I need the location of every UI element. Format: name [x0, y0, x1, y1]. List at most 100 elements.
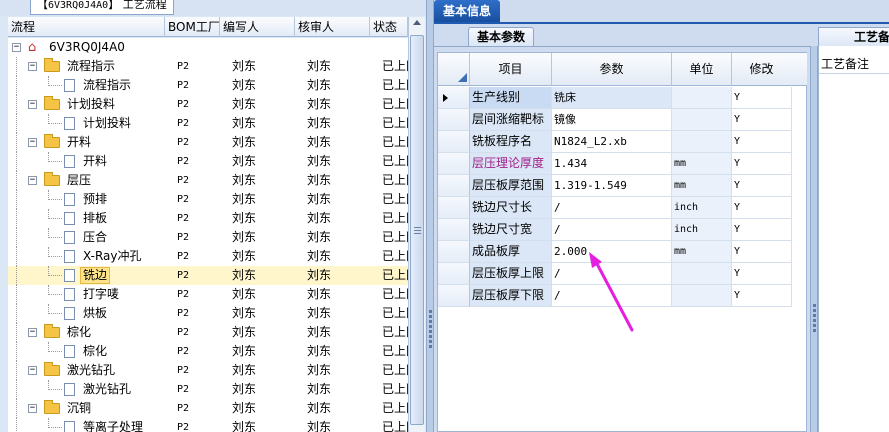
- tree-row[interactable]: X-Ray冲孔 P2 刘东 刘东 已上冈: [8, 247, 408, 266]
- tree-row[interactable]: 开料 P2 刘东 刘东 已上冈: [8, 152, 408, 171]
- param-row[interactable]: 层压板厚上限 / Y: [438, 263, 806, 285]
- param-modify-cell[interactable]: Y: [732, 263, 792, 285]
- grid-header-modify[interactable]: 修改: [732, 53, 792, 86]
- row-indicator[interactable]: [438, 131, 470, 153]
- param-value-cell[interactable]: 1.434: [552, 153, 672, 175]
- tree-row[interactable]: 等离子处理 P2 刘东 刘东 已上冈: [8, 418, 408, 432]
- tree-node-name[interactable]: − 开料: [8, 133, 173, 152]
- grid-header-value[interactable]: 参数: [552, 53, 672, 86]
- param-row[interactable]: 铣边尺寸长 / inch Y: [438, 197, 806, 219]
- tab-process-flow[interactable]: 【6V3RQ0J4A0】 工艺流程: [30, 0, 174, 15]
- tree-row[interactable]: − 开料 P2 刘东 刘东 已上冈: [8, 133, 408, 152]
- row-indicator[interactable]: [438, 109, 470, 131]
- tab-craft-notes[interactable]: 工艺备注: [818, 27, 889, 47]
- param-unit-cell[interactable]: mm: [672, 153, 732, 175]
- tree-scrollbar[interactable]: [408, 17, 425, 432]
- param-unit-cell[interactable]: [672, 87, 732, 109]
- row-indicator[interactable]: [438, 285, 470, 307]
- param-unit-cell[interactable]: [672, 263, 732, 285]
- param-unit-cell[interactable]: [672, 131, 732, 153]
- tree-node-name[interactable]: 流程指示: [8, 76, 173, 95]
- tree-node-name[interactable]: X-Ray冲孔: [8, 247, 173, 266]
- param-modify-cell[interactable]: Y: [732, 197, 792, 219]
- param-modify-cell[interactable]: Y: [732, 109, 792, 131]
- param-row[interactable]: 层间涨缩靶标 镜像 Y: [438, 109, 806, 131]
- collapse-icon[interactable]: −: [28, 176, 37, 185]
- tree-node-name[interactable]: 排板: [8, 209, 173, 228]
- tree-row-selected[interactable]: 铣边 P2 刘东 刘东 已上冈: [8, 266, 408, 285]
- tree-row[interactable]: 排板 P2 刘东 刘东 已上冈: [8, 209, 408, 228]
- collapse-icon[interactable]: −: [28, 138, 37, 147]
- grid-header-unit[interactable]: 单位: [672, 53, 732, 86]
- param-unit-cell[interactable]: inch: [672, 197, 732, 219]
- param-modify-cell[interactable]: Y: [732, 219, 792, 241]
- row-indicator[interactable]: [438, 263, 470, 285]
- tree-row[interactable]: 计划投料 P2 刘东 刘东 已上冈: [8, 114, 408, 133]
- row-indicator[interactable]: [438, 153, 470, 175]
- param-unit-cell[interactable]: inch: [672, 219, 732, 241]
- tree-node-name[interactable]: 开料: [8, 152, 173, 171]
- tree-node-name[interactable]: 预排: [8, 190, 173, 209]
- scroll-up-arrow-icon[interactable]: [413, 20, 421, 25]
- tree-row[interactable]: 打字唛 P2 刘东 刘东 已上冈: [8, 285, 408, 304]
- tree-row[interactable]: − 棕化 P2 刘东 刘东 已上冈: [8, 323, 408, 342]
- param-row[interactable]: 铣板程序名 N1824_L2.xb Y: [438, 131, 806, 153]
- param-row-current[interactable]: 生产线别 铣床 Y: [438, 87, 806, 109]
- param-unit-cell[interactable]: [672, 109, 732, 131]
- tree-row[interactable]: − 计划投料 P2 刘东 刘东 已上冈: [8, 95, 408, 114]
- inner-splitter[interactable]: [810, 46, 818, 432]
- tree-node-name[interactable]: − 棕化: [8, 323, 173, 342]
- param-row[interactable]: 铣边尺寸宽 / inch Y: [438, 219, 806, 241]
- param-value-cell[interactable]: /: [552, 197, 672, 219]
- main-splitter[interactable]: [426, 0, 434, 432]
- param-row[interactable]: 层压理论厚度 1.434 mm Y: [438, 153, 806, 175]
- collapse-icon[interactable]: −: [28, 328, 37, 337]
- tree-node-name[interactable]: 等离子处理: [8, 418, 173, 432]
- param-row[interactable]: 层压板厚下限 / Y: [438, 285, 806, 307]
- collapse-icon[interactable]: −: [28, 62, 37, 71]
- param-value-cell[interactable]: /: [552, 219, 672, 241]
- tree-row[interactable]: − 沉铜 P2 刘东 刘东 已上冈: [8, 399, 408, 418]
- param-unit-cell[interactable]: mm: [672, 241, 732, 263]
- col-header-reviewer[interactable]: 核审人: [295, 17, 370, 37]
- tree-node-name[interactable]: 计划投料: [8, 114, 173, 133]
- collapse-icon[interactable]: −: [12, 43, 21, 52]
- col-header-status[interactable]: 状态: [370, 17, 408, 37]
- param-value-cell[interactable]: 1.319-1.549: [552, 175, 672, 197]
- param-modify-cell[interactable]: Y: [732, 285, 792, 307]
- tree-row[interactable]: 棕化 P2 刘东 刘东 已上冈: [8, 342, 408, 361]
- param-value-cell[interactable]: /: [552, 263, 672, 285]
- param-modify-cell[interactable]: Y: [732, 175, 792, 197]
- row-indicator[interactable]: [438, 87, 470, 109]
- tree-node-name[interactable]: − 层压: [8, 171, 173, 190]
- tree-row[interactable]: 烘板 P2 刘东 刘东 已上冈: [8, 304, 408, 323]
- tree-row[interactable]: 激光钻孔 P2 刘东 刘东 已上冈: [8, 380, 408, 399]
- param-modify-cell[interactable]: Y: [732, 131, 792, 153]
- param-unit-cell[interactable]: mm: [672, 175, 732, 197]
- scroll-thumb[interactable]: [410, 35, 424, 425]
- tree-row[interactable]: 预排 P2 刘东 刘东 已上冈: [8, 190, 408, 209]
- tree-node-name[interactable]: 打字唛: [8, 285, 173, 304]
- param-unit-cell[interactable]: [672, 285, 732, 307]
- param-value-cell[interactable]: 镜像: [552, 109, 672, 131]
- param-value-cell[interactable]: 2.000: [552, 241, 672, 263]
- param-row[interactable]: 层压板厚范围 1.319-1.549 mm Y: [438, 175, 806, 197]
- tree-row[interactable]: − 流程指示 P2 刘东 刘东 已上冈: [8, 57, 408, 76]
- tree-node-name[interactable]: − 计划投料: [8, 95, 173, 114]
- tab-basic-info[interactable]: 基本信息: [434, 0, 500, 22]
- row-indicator[interactable]: [438, 219, 470, 241]
- tree-row[interactable]: 压合 P2 刘东 刘东 已上冈: [8, 228, 408, 247]
- collapse-icon[interactable]: −: [28, 404, 37, 413]
- tree-node-name[interactable]: 激光钻孔: [8, 380, 173, 399]
- tree-node-name[interactable]: − 激光钻孔: [8, 361, 173, 380]
- tree-row[interactable]: − ⌂ 6V3RQ0J4A0: [8, 38, 408, 57]
- param-modify-cell[interactable]: Y: [732, 87, 792, 109]
- collapse-icon[interactable]: −: [28, 100, 37, 109]
- col-header-flow[interactable]: 流程: [8, 17, 165, 37]
- param-row[interactable]: 成品板厚 2.000 mm Y: [438, 241, 806, 263]
- grid-header-item[interactable]: 项目: [470, 53, 552, 86]
- tree-node-name[interactable]: 铣边: [8, 266, 173, 285]
- tree-row[interactable]: 流程指示 P2 刘东 刘东 已上冈: [8, 76, 408, 95]
- tree-node-name[interactable]: 烘板: [8, 304, 173, 323]
- tree-node-name[interactable]: 压合: [8, 228, 173, 247]
